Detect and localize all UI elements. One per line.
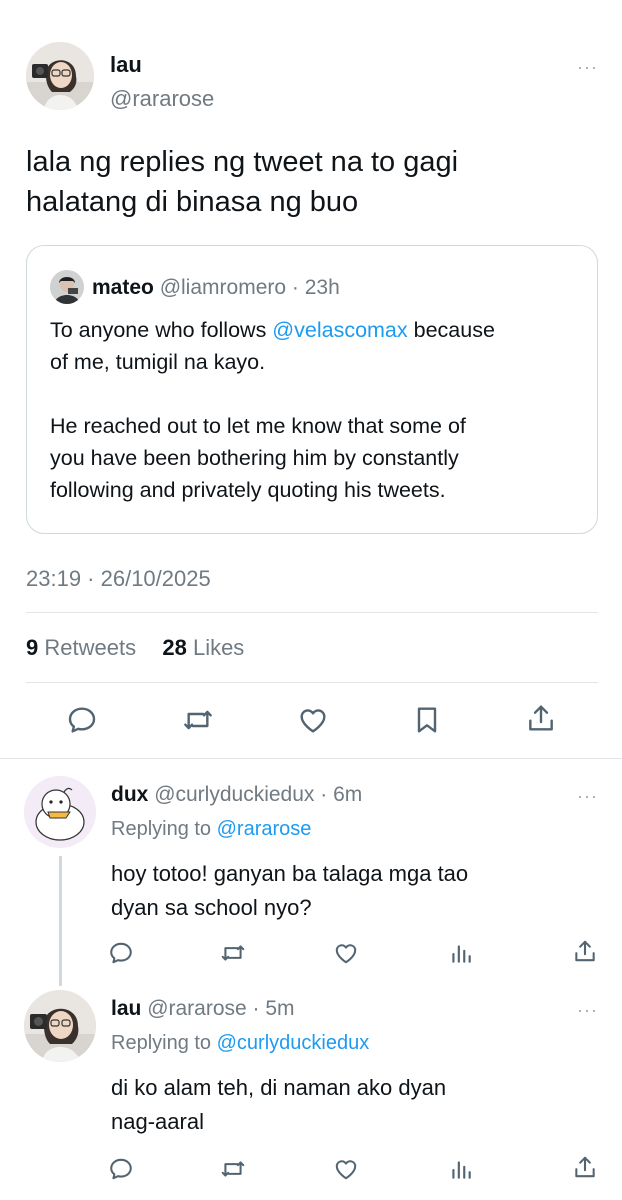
quoted-text-fragment: because <box>407 318 495 342</box>
reply-icon[interactable] <box>108 940 134 966</box>
tweet-text-line: halatang di binasa ng buo <box>26 186 359 218</box>
quoted-tweet-header: mateo @liamromero · 23h <box>50 276 340 300</box>
quoted-text-line: you have been bothering him by constantl… <box>50 446 459 470</box>
author-avatar[interactable] <box>26 42 94 110</box>
like-icon[interactable] <box>333 1156 359 1182</box>
tweet-text-line: lala ng replies ng tweet na to gagi <box>26 146 459 178</box>
divider <box>26 612 598 613</box>
author-name[interactable]: lau <box>110 52 142 78</box>
retweet-icon[interactable] <box>182 704 214 736</box>
retweets-label: Retweets <box>44 635 137 660</box>
quoted-tweet-time: · 23h <box>291 276 340 299</box>
reply-header: dux @curlyduckiedux · 6m <box>111 783 362 807</box>
reply-header: lau @rararose · 5m <box>111 997 295 1021</box>
mention-link[interactable]: @velascomax <box>272 318 407 342</box>
bookmark-icon[interactable] <box>411 704 443 736</box>
divider <box>26 682 598 683</box>
divider <box>0 758 622 759</box>
author-handle[interactable]: @rararose <box>110 86 214 112</box>
thread-line <box>59 856 62 986</box>
reply-time: · 5m <box>252 997 295 1020</box>
more-options-icon[interactable]: ··· <box>577 787 598 805</box>
quoted-text-line: of me, tumigil na kayo. <box>50 350 266 374</box>
replying-label: Replying to <box>111 818 217 840</box>
replying-to-link[interactable]: @curlyduckiedux <box>217 1032 370 1054</box>
reply-text-line: di ko alam teh, di naman ako dyan <box>111 1075 447 1100</box>
likes-count: 28 <box>162 635 187 660</box>
quoted-text-line: He reached out to let me know that some … <box>50 414 466 438</box>
reply-author-name[interactable]: lau <box>111 997 141 1020</box>
quoted-text-line: To anyone who follows @velascomax becaus… <box>50 314 580 346</box>
replying-to: Replying to @curlyduckiedux <box>111 1032 369 1055</box>
more-options-icon[interactable]: ··· <box>577 1001 598 1019</box>
share-icon[interactable] <box>572 938 598 964</box>
retweet-icon[interactable] <box>220 1156 246 1182</box>
share-icon[interactable] <box>572 1154 598 1180</box>
replying-label: Replying to <box>111 1032 217 1054</box>
retweets-count: 9 <box>26 635 39 660</box>
reply-text-line: dyan sa school nyo? <box>111 895 312 920</box>
replying-to-link[interactable]: @rararose <box>217 818 312 840</box>
reply-icon[interactable] <box>66 704 98 736</box>
analytics-icon[interactable] <box>448 1156 474 1182</box>
like-icon[interactable] <box>297 704 329 736</box>
reply-time: · 6m <box>320 783 363 806</box>
reply-text: di ko alam teh, di naman ako dyan nag-aa… <box>111 1071 581 1139</box>
replying-to: Replying to @rararose <box>111 818 311 841</box>
likes-label: Likes <box>192 635 245 660</box>
reply-icon[interactable] <box>108 1156 134 1182</box>
reply-avatar[interactable] <box>24 990 96 1062</box>
reply-text-line: hoy totoo! ganyan ba talaga mga tao <box>111 861 469 886</box>
reply-avatar[interactable] <box>24 776 96 848</box>
share-icon[interactable] <box>525 702 557 734</box>
engagement-stats: 9 Retweets 28 Likes <box>26 635 244 661</box>
quoted-tweet-text: To anyone who follows @velascomax becaus… <box>50 314 580 506</box>
like-icon[interactable] <box>333 940 359 966</box>
reply-text-line: nag-aaral <box>111 1109 204 1134</box>
retweets-stat[interactable]: 9 Retweets <box>26 635 136 660</box>
likes-stat[interactable]: 28 Likes <box>162 635 244 660</box>
reply-author-handle[interactable]: @rararose <box>147 997 247 1020</box>
tweet-timestamp[interactable]: 23:19 · 26/10/2025 <box>26 566 211 592</box>
reply-text: hoy totoo! ganyan ba talaga mga tao dyan… <box>111 857 581 925</box>
quoted-author-name[interactable]: mateo <box>92 276 154 299</box>
quoted-author-handle[interactable]: @liamromero <box>160 276 286 299</box>
reply-author-name[interactable]: dux <box>111 783 148 806</box>
quoted-text-fragment: To anyone who follows <box>50 318 273 342</box>
reply-author-handle[interactable]: @curlyduckiedux <box>154 783 314 806</box>
tweet-text: lala ng replies ng tweet na to gagi hala… <box>26 142 586 222</box>
analytics-icon[interactable] <box>448 940 474 966</box>
quoted-text-line: following and privately quoting his twee… <box>50 478 446 502</box>
retweet-icon[interactable] <box>220 940 246 966</box>
more-options-icon[interactable]: ··· <box>577 58 598 76</box>
